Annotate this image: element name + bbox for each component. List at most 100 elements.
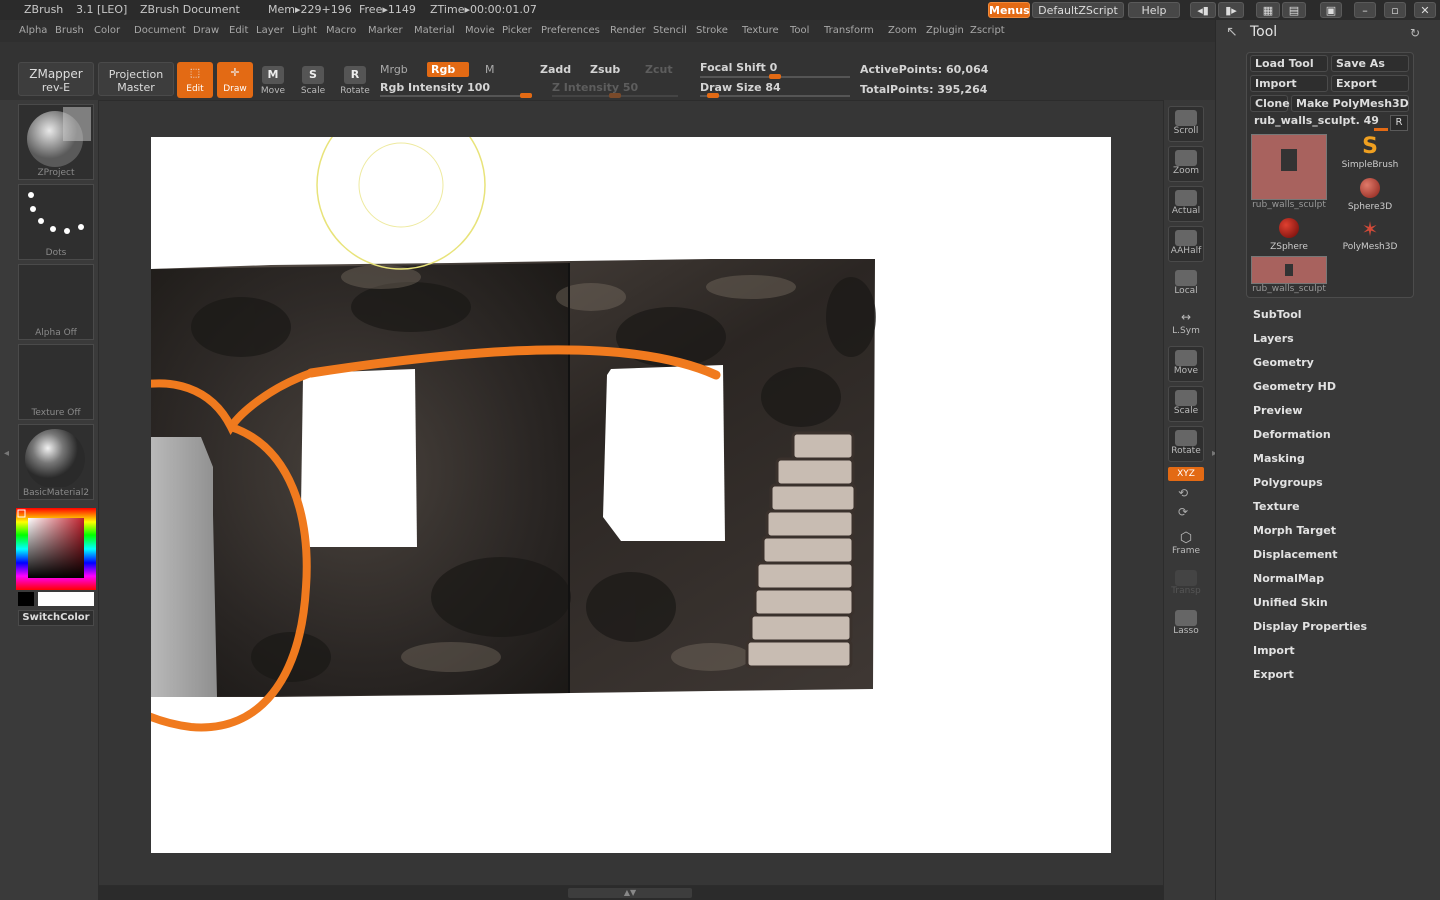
- menu-document[interactable]: Document: [134, 25, 186, 36]
- subpalette-export[interactable]: Export: [1253, 668, 1294, 681]
- switch-color-button[interactable]: SwitchColor: [18, 610, 94, 626]
- menu-zscript[interactable]: Zscript: [970, 25, 1005, 36]
- menu-preferences[interactable]: Preferences: [541, 25, 600, 36]
- z-intensity-knob[interactable]: [609, 93, 621, 98]
- draw-size-knob[interactable]: [706, 93, 719, 98]
- rotate-y-icon[interactable]: ⟲: [1178, 486, 1194, 502]
- close-icon[interactable]: ✕: [1414, 2, 1436, 18]
- menu-light[interactable]: Light: [292, 25, 317, 36]
- frame-button[interactable]: ⬡ Frame: [1168, 526, 1204, 562]
- clone-button[interactable]: Clone: [1250, 95, 1290, 112]
- xyz-button[interactable]: XYZ: [1168, 467, 1204, 481]
- move-button[interactable]: M Move: [255, 64, 291, 100]
- menu-zplugin[interactable]: Zplugin: [926, 25, 964, 36]
- bottom-tray-toggle-icon[interactable]: ▲▼: [568, 888, 692, 898]
- tool-thumb-simplebrush[interactable]: S SimpleBrush: [1332, 134, 1408, 174]
- menu-draw[interactable]: Draw: [193, 25, 219, 36]
- zoom-button[interactable]: Zoom: [1168, 146, 1204, 182]
- zmapper-button[interactable]: ZMapper rev-E: [18, 62, 94, 96]
- subpalette-masking[interactable]: Masking: [1253, 452, 1305, 465]
- menu-marker[interactable]: Marker: [368, 25, 403, 36]
- tool-thumb-zsphere[interactable]: ZSphere: [1251, 216, 1327, 256]
- export-tool-button[interactable]: Export: [1331, 75, 1409, 92]
- menu-tool[interactable]: Tool: [790, 25, 809, 36]
- subpalette-layers[interactable]: Layers: [1253, 332, 1294, 345]
- zproject-button[interactable]: ZProject: [18, 104, 94, 180]
- menu-render[interactable]: Render: [610, 25, 646, 36]
- subpalette-display-properties[interactable]: Display Properties: [1253, 620, 1367, 633]
- layout-2-icon[interactable]: ▤: [1282, 2, 1306, 18]
- current-tool-knob[interactable]: [1374, 128, 1388, 131]
- subpalette-import[interactable]: Import: [1253, 644, 1295, 657]
- menu-edit[interactable]: Edit: [229, 25, 248, 36]
- edit-button[interactable]: ⬚ Edit: [177, 62, 213, 98]
- secondary-color-swatch[interactable]: [38, 592, 94, 606]
- subpalette-deformation[interactable]: Deformation: [1253, 428, 1331, 441]
- focal-shift-knob[interactable]: [769, 74, 781, 79]
- main-color-swatch[interactable]: [18, 592, 34, 606]
- subpalette-geometry-hd[interactable]: Geometry HD: [1253, 380, 1336, 393]
- rgb-intensity-knob[interactable]: [520, 93, 532, 98]
- focal-shift-slider[interactable]: [700, 74, 850, 79]
- rgb-intensity-slider[interactable]: [380, 93, 532, 98]
- menu-material[interactable]: Material: [414, 25, 455, 36]
- tool-thumb-polymesh3d[interactable]: ✶ PolyMesh3D: [1332, 216, 1408, 256]
- menu-layer[interactable]: Layer: [256, 25, 284, 36]
- menu-texture[interactable]: Texture: [742, 25, 779, 36]
- subpalette-geometry[interactable]: Geometry: [1253, 356, 1314, 369]
- local-button[interactable]: Local: [1168, 266, 1204, 302]
- lsym-button[interactable]: ↔ L.Sym: [1168, 306, 1204, 342]
- scale-button[interactable]: S Scale: [295, 64, 331, 100]
- rgb-button[interactable]: Rgb: [427, 62, 470, 77]
- left-tray-toggle-icon[interactable]: ◂: [4, 448, 12, 464]
- menu-picker[interactable]: Picker: [502, 25, 532, 36]
- maximize-icon[interactable]: ▫: [1384, 2, 1406, 18]
- projection-master-button[interactable]: Projection Master: [98, 62, 174, 96]
- draw-button[interactable]: ✛ Draw: [217, 62, 253, 98]
- zadd-button[interactable]: Zadd: [540, 63, 571, 76]
- subpalette-unified-skin[interactable]: Unified Skin: [1253, 596, 1328, 609]
- alpha-button[interactable]: Alpha Off: [18, 264, 94, 340]
- menu-alpha[interactable]: Alpha: [19, 25, 47, 36]
- menu-brush[interactable]: Brush: [55, 25, 84, 36]
- document-canvas[interactable]: [45, 100, 1111, 853]
- menus-button[interactable]: Menus: [988, 2, 1030, 18]
- rotate-z-icon[interactable]: ⟳: [1178, 505, 1194, 521]
- menu-stencil[interactable]: Stencil: [653, 25, 687, 36]
- draw-size-slider[interactable]: [700, 93, 850, 98]
- menu-color[interactable]: Color: [94, 25, 120, 36]
- tool-thumb-rub-walls-2[interactable]: rub_walls_sculpt: [1251, 256, 1327, 294]
- m-button[interactable]: M: [485, 63, 495, 76]
- layout-1-icon[interactable]: ▦: [1256, 2, 1280, 18]
- refresh-icon[interactable]: ↻: [1410, 26, 1420, 40]
- move-view-button[interactable]: Move: [1168, 346, 1204, 382]
- r-button[interactable]: R: [1390, 115, 1408, 131]
- mrgb-button[interactable]: Mrgb: [380, 63, 408, 76]
- subpalette-normalmap[interactable]: NormalMap: [1253, 572, 1324, 585]
- current-tool-slider[interactable]: rub_walls_sculpt. 49: [1250, 114, 1388, 130]
- dots-stroke-button[interactable]: Dots: [18, 184, 94, 260]
- subpalette-polygroups[interactable]: Polygroups: [1253, 476, 1323, 489]
- subpalette-preview[interactable]: Preview: [1253, 404, 1303, 417]
- z-intensity-slider[interactable]: [552, 93, 678, 98]
- subpalette-displacement[interactable]: Displacement: [1253, 548, 1338, 561]
- lasso-button[interactable]: Lasso: [1168, 606, 1204, 642]
- aahalf-button[interactable]: AAHalf: [1168, 226, 1204, 262]
- rotate-button[interactable]: R Rotate: [337, 64, 373, 100]
- material-button[interactable]: BasicMaterial2: [18, 424, 94, 500]
- import-tool-button[interactable]: Import: [1250, 75, 1328, 92]
- subpalette-texture[interactable]: Texture: [1253, 500, 1300, 513]
- subpalette-subtool[interactable]: SubTool: [1253, 308, 1302, 321]
- menu-macro[interactable]: Macro: [326, 25, 356, 36]
- make-polymesh-button[interactable]: Make PolyMesh3D: [1291, 95, 1409, 112]
- tool-thumb-sphere3d[interactable]: Sphere3D: [1332, 176, 1408, 216]
- scroll-button[interactable]: Scroll: [1168, 106, 1204, 142]
- menu-movie[interactable]: Movie: [465, 25, 495, 36]
- scale-view-button[interactable]: Scale: [1168, 386, 1204, 422]
- menu-stroke[interactable]: Stroke: [696, 25, 728, 36]
- transp-button[interactable]: Transp: [1168, 566, 1204, 602]
- save-as-button[interactable]: Save As: [1331, 55, 1409, 72]
- tool-thumb-rub-walls[interactable]: rub_walls_sculpt: [1251, 134, 1327, 210]
- load-tool-button[interactable]: Load Tool: [1250, 55, 1328, 72]
- color-picker[interactable]: [16, 508, 96, 590]
